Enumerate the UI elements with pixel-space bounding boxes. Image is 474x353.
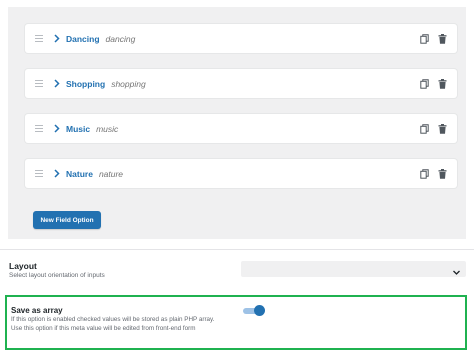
copy-icon[interactable] — [420, 78, 429, 89]
option-value: nature — [98, 168, 124, 179]
new-field-option-button[interactable]: New Field Option — [33, 211, 101, 229]
trash-icon[interactable] — [438, 78, 447, 89]
layout-select[interactable] — [241, 261, 466, 277]
option-label[interactable]: Shopping — [66, 79, 105, 89]
option-row: Shopping shopping — [25, 69, 457, 98]
save-as-array-description: If this option is enabled checked values… — [11, 316, 215, 332]
save-as-array-toggle[interactable] — [243, 305, 265, 316]
trash-icon[interactable] — [438, 168, 447, 179]
chevron-right-icon[interactable] — [52, 168, 61, 180]
field-options-panel: Dancing dancing Shopping shopping Music … — [8, 7, 466, 239]
save-as-array-section: Save as array If this option is enabled … — [5, 295, 467, 350]
option-row: Music music — [25, 114, 457, 143]
option-value: music — [96, 123, 119, 134]
chevron-right-icon[interactable] — [52, 33, 61, 45]
option-row: Nature nature — [25, 159, 457, 188]
option-label[interactable]: Nature — [66, 169, 93, 179]
option-label[interactable]: Dancing — [66, 34, 100, 44]
chevron-right-icon[interactable] — [52, 78, 61, 90]
drag-handle-icon[interactable] — [35, 125, 43, 132]
layout-description: Select layout orientation of inputs — [9, 272, 105, 279]
option-row: Dancing dancing — [25, 24, 457, 53]
copy-icon[interactable] — [420, 33, 429, 44]
save-as-array-title: Save as array — [11, 306, 63, 315]
chevron-right-icon[interactable] — [52, 123, 61, 135]
option-value: dancing — [105, 33, 136, 44]
copy-icon[interactable] — [420, 123, 429, 134]
toggle-knob — [254, 305, 265, 316]
copy-icon[interactable] — [420, 168, 429, 179]
chevron-down-icon — [452, 264, 461, 282]
section-divider — [0, 249, 474, 250]
drag-handle-icon[interactable] — [35, 80, 43, 87]
trash-icon[interactable] — [438, 33, 447, 44]
drag-handle-icon[interactable] — [35, 35, 43, 42]
option-label[interactable]: Music — [66, 124, 90, 134]
drag-handle-icon[interactable] — [35, 170, 43, 177]
trash-icon[interactable] — [438, 123, 447, 134]
option-value: shopping — [111, 78, 146, 89]
layout-title: Layout — [9, 261, 37, 271]
